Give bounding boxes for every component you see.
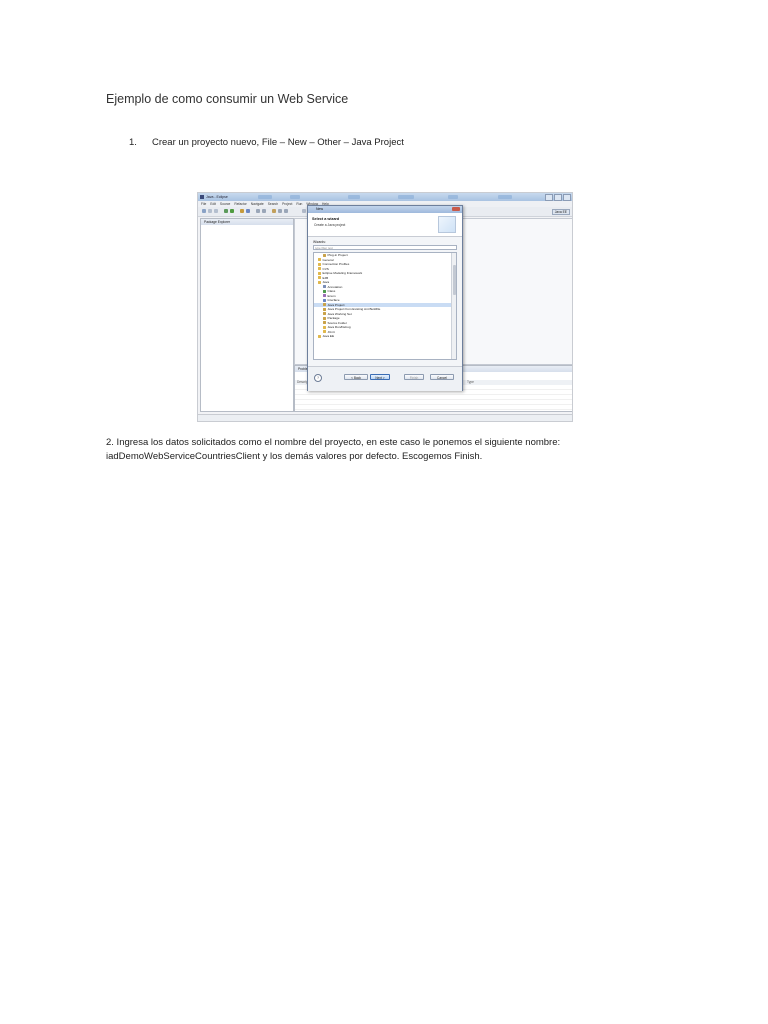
dialog-header: Select a wizard Create a Java project — [308, 213, 462, 237]
navigate-icon[interactable] — [272, 209, 276, 213]
status-bar — [198, 414, 572, 421]
debug-icon[interactable] — [224, 209, 228, 213]
minimize-icon[interactable] — [545, 194, 553, 201]
blurred-title-segment — [290, 195, 300, 199]
wizard-item-icon — [323, 316, 326, 320]
blurred-title-segment — [498, 195, 512, 199]
step-2-line-1: 2. Ingresa los datos solicitados como el… — [106, 437, 561, 448]
dialog-title: New — [316, 207, 324, 211]
wizard-item-label: Java — [322, 280, 330, 284]
wizard-item-label: Java Project from Existing Ant Buildfile — [327, 307, 381, 311]
eclipse-title-bar: Java - Eclipse — [198, 193, 572, 201]
wizard-item-icon — [323, 325, 326, 329]
wizard-item-icon — [318, 271, 321, 275]
dialog-footer: ? < Back Next > Finish Cancel — [308, 366, 462, 391]
filter-input[interactable]: type filter text — [313, 245, 457, 250]
wizard-item-label: Interface — [327, 298, 340, 302]
search-icon[interactable] — [256, 209, 260, 213]
wizards-label: Wizards: — [313, 240, 326, 244]
step-1-number: 1. — [129, 137, 137, 148]
step-2: 2. Ingresa los datos solicitados como el… — [106, 436, 586, 464]
wizard-item-label: CVS — [322, 266, 329, 271]
wizard-item-icon — [323, 330, 326, 334]
wizard-item-icon — [323, 312, 326, 316]
wizard-item-icon — [318, 334, 321, 338]
cancel-button[interactable]: Cancel — [430, 374, 454, 380]
wizard-tree-rows: Plug-in Project General Connection Profile… — [314, 253, 456, 339]
wizard-item-icon — [323, 307, 326, 311]
wizard-item-label: General — [322, 257, 334, 262]
wizard-banner-icon — [438, 216, 456, 233]
wizard-item-icon — [323, 285, 326, 289]
wizard-item-label: Annotation — [327, 284, 343, 289]
close-icon[interactable] — [563, 194, 571, 201]
package-explorer-view: Package Explorer — [200, 218, 294, 412]
wizard-item-label: Java Working Set — [327, 311, 352, 316]
wizard-item-icon — [323, 289, 326, 293]
save-icon[interactable] — [208, 209, 212, 213]
perspective-java-ee-button[interactable]: Java EE — [551, 209, 570, 215]
scrollbar-thumb[interactable] — [452, 265, 456, 295]
wizard-item-label: Plug-in Project — [327, 253, 348, 257]
wizard-tree[interactable]: Plug-in Project General Connection Profile… — [313, 252, 457, 360]
wizard-item-icon — [323, 298, 326, 302]
wizard-item-icon — [318, 258, 321, 262]
blurred-title-segment — [448, 195, 458, 199]
forward-icon[interactable] — [284, 209, 288, 213]
print-icon[interactable] — [214, 209, 218, 213]
back-button[interactable]: < Back — [344, 374, 368, 380]
wizard-item-label: EJB — [322, 275, 329, 280]
dialog-title-bar: New — [308, 206, 462, 213]
help-icon[interactable]: ? — [314, 374, 322, 382]
wizard-item-icon — [318, 267, 321, 271]
run-icon[interactable] — [230, 209, 234, 213]
wizard-item-label: Java EE — [322, 334, 335, 338]
toolbar-icon[interactable] — [302, 209, 306, 213]
new-java-project-icon[interactable] — [240, 209, 244, 213]
new-icon[interactable] — [202, 209, 206, 213]
next-button[interactable]: Next > — [370, 374, 390, 380]
dialog-heading: Select a wizard — [312, 217, 340, 221]
tree-scrollbar[interactable] — [451, 253, 456, 359]
dialog-subheading: Create a Java project — [314, 223, 346, 227]
wizard-item-icon — [323, 253, 326, 257]
wizard-item-icon — [323, 321, 326, 325]
eclipse-window-title: Java - Eclipse — [206, 194, 228, 199]
wizard-tree-item[interactable]: Java EE — [314, 334, 456, 339]
blurred-title-segment — [398, 195, 414, 199]
new-class-icon[interactable] — [246, 209, 250, 213]
step-1: 1. Crear un proyecto nuevo, File – New – … — [129, 137, 404, 148]
wizard-item-label: Source Folder — [327, 320, 347, 325]
wizard-item-label: Package — [327, 316, 340, 320]
maximize-icon[interactable] — [554, 194, 562, 201]
eclipse-screenshot: Java - Eclipse File Edit Source Refactor… — [197, 192, 573, 422]
back-icon[interactable] — [278, 209, 282, 213]
wizard-item-label: Enum — [327, 293, 336, 298]
wizard-item-label: Java Project — [327, 302, 345, 307]
wizard-item-label: Java Run/Debug — [327, 325, 351, 329]
eclipse-logo-icon — [200, 195, 204, 199]
finish-button[interactable]: Finish — [404, 374, 424, 380]
blurred-title-segment — [258, 195, 272, 199]
blurred-title-segment — [348, 195, 360, 199]
wizard-item-label: JUnit — [327, 329, 335, 334]
dialog-close-icon[interactable] — [452, 207, 460, 211]
wizard-item-label: Class — [327, 289, 336, 293]
wizard-item-icon — [318, 280, 321, 284]
open-type-icon[interactable] — [262, 209, 266, 213]
wizard-item-icon — [323, 303, 326, 307]
step-2-line-2: iadDemoWebServiceCountriesClient y los d… — [106, 451, 483, 462]
wizard-item-label: Eclipse Modeling Framework — [322, 271, 363, 275]
column-header[interactable]: Type — [467, 380, 474, 384]
step-1-text: Crear un proyecto nuevo, File – New – Ot… — [152, 137, 404, 148]
package-explorer-tab[interactable]: Package Explorer — [201, 219, 293, 225]
wizard-item-icon — [318, 276, 321, 280]
wizard-item-label: Connection Profiles — [322, 262, 350, 266]
wizard-item-icon — [318, 262, 321, 266]
new-wizard-dialog: New Select a wizard Create a Java projec… — [307, 205, 463, 391]
document-title: Ejemplo de como consumir un Web Service — [106, 92, 349, 106]
wizard-item-icon — [323, 294, 326, 298]
